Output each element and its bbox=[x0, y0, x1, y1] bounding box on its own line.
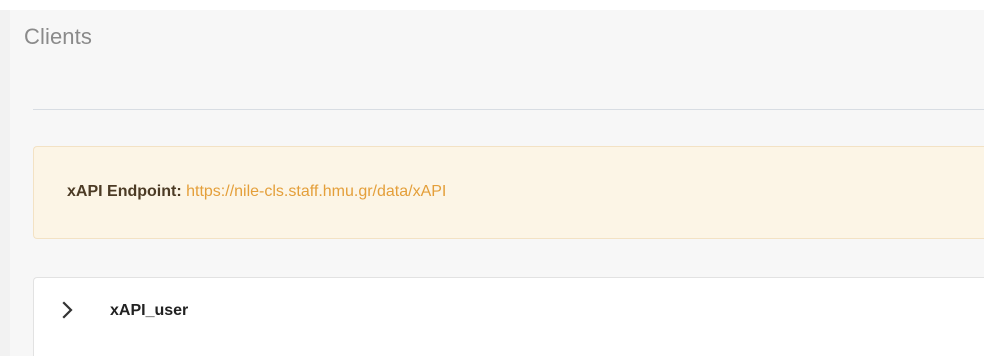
xapi-endpoint-alert: xAPI Endpoint: https://nile-cls.staff.hm… bbox=[33, 146, 984, 239]
xapi-endpoint-url[interactable]: https://nile-cls.staff.hmu.gr/data/xAPI bbox=[186, 183, 446, 200]
title-divider bbox=[33, 109, 984, 110]
xapi-endpoint-label: xAPI Endpoint: bbox=[67, 183, 182, 200]
page-title: Clients bbox=[24, 24, 92, 49]
client-name[interactable]: xAPI_user bbox=[110, 302, 188, 320]
xapi-endpoint-text: xAPI Endpoint: https://nile-cls.staff.hm… bbox=[67, 183, 446, 201]
client-list: xAPI_user bbox=[33, 277, 984, 356]
client-row-xapi-user[interactable]: xAPI_user bbox=[34, 278, 984, 348]
page: Clients xAPI Endpoint: https://nile-cls.… bbox=[0, 0, 984, 356]
top-strip bbox=[0, 0, 984, 10]
chevron-right-icon[interactable] bbox=[58, 300, 78, 320]
